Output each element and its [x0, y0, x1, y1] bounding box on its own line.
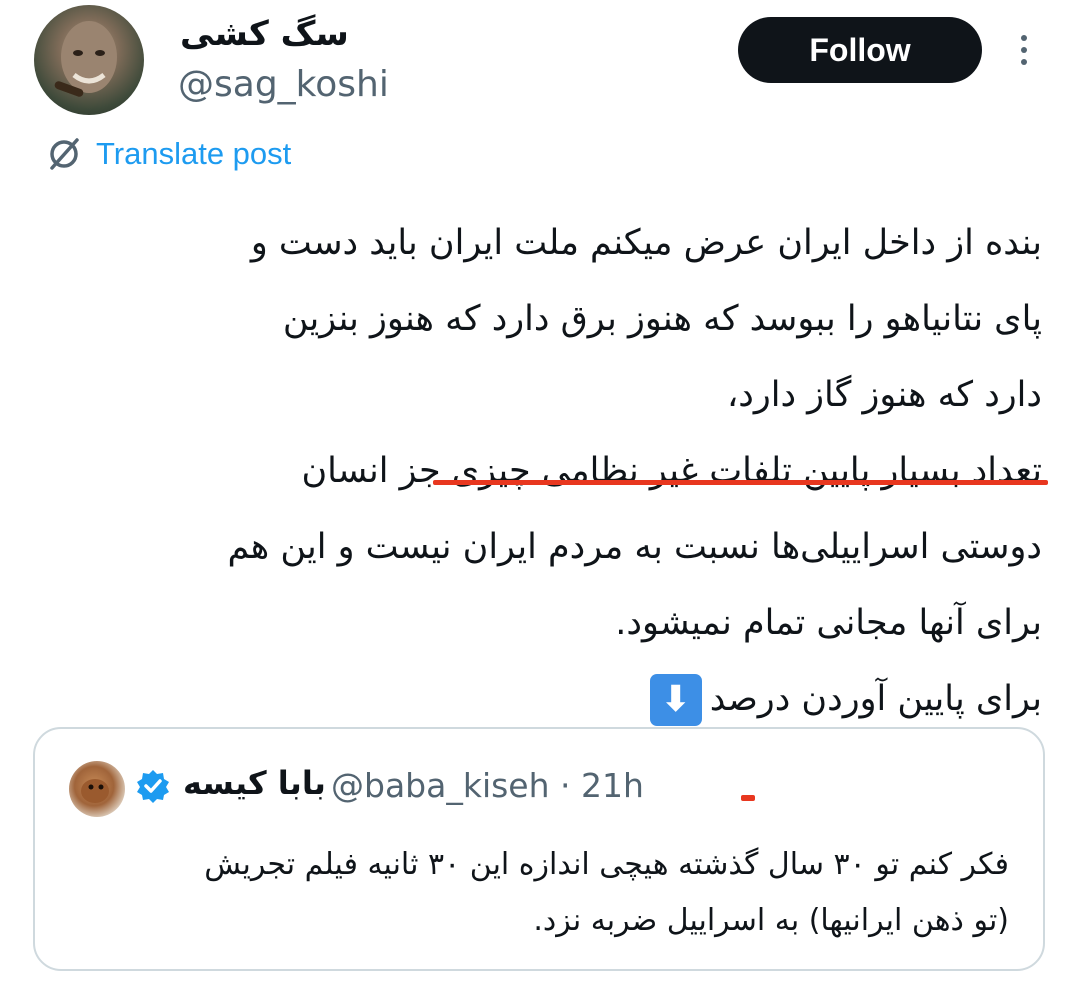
author-handle[interactable]: @sag_koshi	[178, 64, 389, 105]
tweet-line: دارد که هنوز گاز دارد،	[726, 375, 1042, 415]
tweet-line: بنده از داخل ایران عرض میکنم ملت ایران ب…	[250, 223, 1042, 263]
avatar-portrait	[54, 21, 117, 97]
down-arrow-emoji-icon: ⬇	[649, 674, 702, 726]
quoted-author-handle: @baba_kiseh	[331, 766, 550, 805]
tweet-line: برای پایین آوردن درصد⬇	[32, 661, 1042, 737]
red-mark-annotation	[741, 795, 755, 801]
meta-separator: ·	[560, 766, 571, 805]
quoted-line: فکر کنم تو ۳۰ سال گذشته هیچی اندازه این …	[204, 847, 1009, 882]
translate-icon	[50, 138, 79, 170]
quoted-avatar-image	[81, 779, 109, 803]
translate-post-link[interactable]: Translate post	[44, 134, 291, 174]
quoted-author-meta: @baba_kiseh · 21h	[331, 766, 644, 805]
quoted-post-card[interactable]: بابا کیسه @baba_kiseh · 21h فکر کنم تو ۳…	[33, 727, 1045, 971]
quoted-author-avatar	[69, 761, 125, 817]
quoted-post-time: 21h	[581, 766, 644, 805]
tweet-text: بنده از داخل ایران عرض میکنم ملت ایران ب…	[32, 205, 1042, 737]
red-underline-annotation	[433, 480, 1048, 485]
verified-badge-icon	[137, 770, 169, 803]
author-avatar[interactable]	[34, 5, 144, 115]
tweet-line: دوستی اسراییلی‌ها نسبت به مردم ایران نیس…	[227, 527, 1042, 567]
author-display-name[interactable]: سگ کشی	[180, 14, 349, 54]
tweet-line: پای نتانیاهو را ببوسد که هنوز برق دارد ک…	[282, 299, 1042, 339]
quoted-line: (تو ذهن ایرانیها) به اسراییل ضربه نزد.	[533, 903, 1009, 938]
tweet-line: تعداد بسیار پایین تلفات غیر نظامی چیزی ج…	[301, 451, 1042, 491]
translate-label: Translate post	[96, 136, 292, 171]
follow-button[interactable]: Follow	[738, 17, 982, 83]
tweet-line: برای آنها مجانی تمام نمیشود.	[615, 603, 1042, 643]
tweet-line-text: برای پایین آوردن درصد	[709, 679, 1042, 719]
quoted-post-text: فکر کنم تو ۳۰ سال گذشته هیچی اندازه این …	[49, 837, 1009, 949]
quoted-author-name: بابا کیسه	[183, 764, 326, 802]
more-options-icon[interactable]	[1012, 32, 1036, 68]
